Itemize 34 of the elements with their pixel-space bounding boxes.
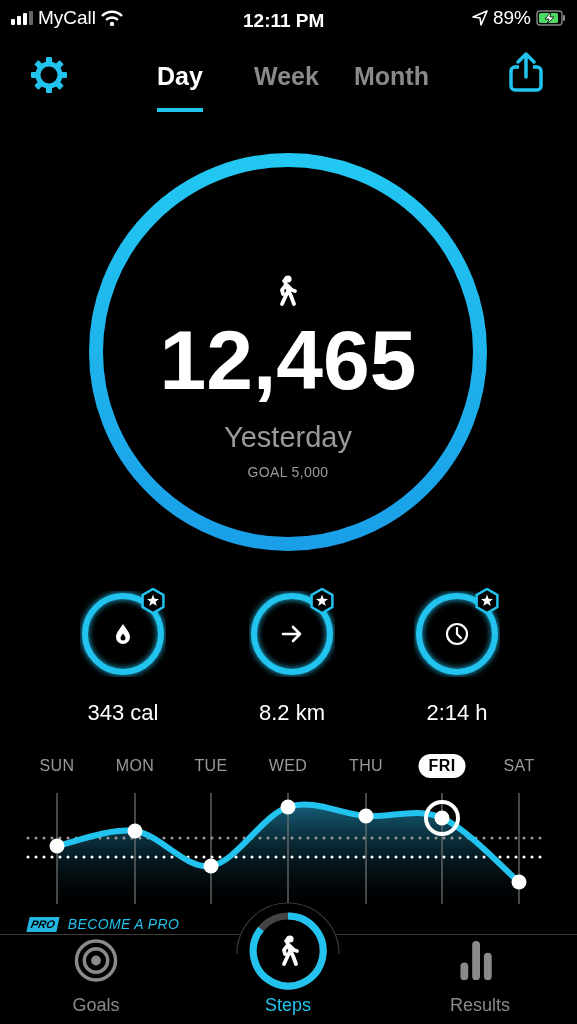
settings-button[interactable] [30, 56, 68, 94]
wifi-icon [101, 10, 124, 26]
location-icon [471, 10, 488, 26]
weekday-tab[interactable]: FRI [418, 754, 466, 778]
clock-time: 12:11 PM [243, 9, 325, 33]
stat-value: 2:14 h [426, 699, 488, 727]
become-pro-link[interactable]: BECOME A PRO [67, 914, 180, 935]
battery-charging-icon [536, 10, 566, 26]
weekday-tab[interactable]: WED [258, 754, 318, 778]
day-label: Yesterday [223, 420, 353, 455]
clock-icon [445, 622, 469, 646]
signal-icon [11, 11, 33, 25]
goal-label: GOAL 5,000 [246, 463, 330, 482]
weekday-tab[interactable]: SUN [29, 754, 85, 778]
share-icon [506, 50, 546, 94]
stat-value: 343 cal [87, 699, 159, 727]
pro-badge: PRO [26, 917, 60, 932]
bottom-tab[interactable]: Goals [41, 939, 151, 1023]
step-count: 12,465 [158, 312, 418, 409]
period-tab[interactable]: Day [157, 58, 203, 112]
bottom-tab[interactable]: Steps [233, 911, 343, 1023]
settings-icon [30, 56, 68, 94]
period-tab[interactable]: Week [254, 58, 319, 112]
carrier-name: MyCall [38, 5, 97, 30]
weekday-tab[interactable]: SAT [493, 754, 545, 778]
period-tab[interactable]: Month [354, 58, 429, 112]
weekday-tab[interactable]: THU [338, 754, 394, 778]
stat-value: 8.2 km [259, 699, 325, 727]
weekday-tab[interactable]: TUE [184, 754, 238, 778]
target-icon [74, 939, 118, 982]
battery-percent: 89% [492, 5, 531, 30]
steps-ring-icon [248, 911, 328, 991]
bottom-tab[interactable]: Results [425, 939, 535, 1023]
weekday-tab[interactable]: MON [105, 754, 165, 778]
